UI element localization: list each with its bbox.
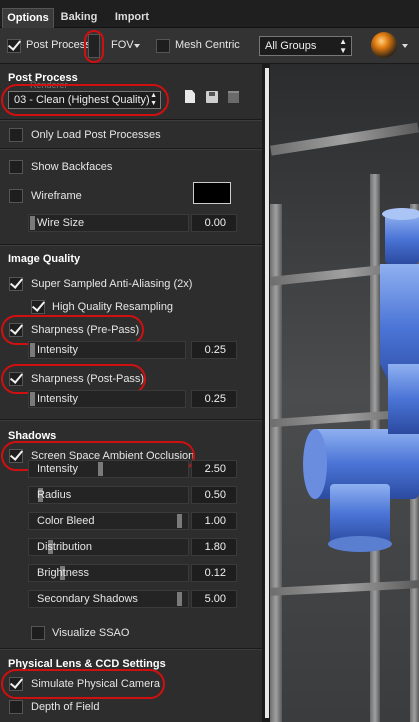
image-quality-section-title: Image Quality [8, 253, 81, 265]
wire-size-value[interactable]: 0.00 [191, 214, 237, 232]
post-process-label: Post Process [26, 39, 91, 51]
divider [0, 419, 262, 421]
preset-select-value: 03 - Clean (Highest Quality) [14, 94, 150, 106]
only-load-label: Only Load Post Processes [31, 129, 161, 141]
wire-size-slider[interactable]: Wire Size [28, 214, 189, 232]
tab-bar: Options Baking Import [0, 0, 419, 28]
sharpness-pre-label: Sharpness (Pre-Pass) [31, 324, 140, 336]
depth-of-field-label: Depth of Field [31, 701, 100, 713]
new-file-icon[interactable] [185, 90, 195, 103]
scrollbar-thumb[interactable] [265, 68, 269, 718]
simulate-camera-label: Simulate Physical Camera [31, 678, 160, 690]
hq-resampling-label: High Quality Resampling [52, 301, 174, 313]
ssao-slider-label: Radius [37, 489, 72, 501]
material-ball-icon[interactable] [371, 32, 397, 58]
fov-dropdown-icon[interactable] [134, 44, 140, 48]
hq-resampling-checkbox[interactable] [31, 300, 45, 314]
slider-knob[interactable] [98, 462, 103, 476]
divider [0, 244, 262, 246]
tab-baking[interactable]: Baking [54, 8, 104, 27]
wireframe-color-swatch[interactable] [193, 182, 231, 204]
ssao-slider-value[interactable]: 2.50 [191, 460, 237, 478]
ssao-slider-label: Intensity [37, 463, 78, 475]
ssao-slider-intensity[interactable]: Intensity [28, 460, 189, 478]
show-backfaces-label: Show Backfaces [31, 161, 113, 173]
ssao-slider-distribution[interactable]: Distribution [28, 538, 189, 556]
physical-lens-section-title: Physical Lens & CCD Settings [8, 658, 166, 670]
ssaa-label: Super Sampled Anti-Aliasing (2x) [31, 278, 193, 290]
ssao-slider-value[interactable]: 1.80 [191, 538, 237, 556]
ssao-slider-radius[interactable]: Radius [28, 486, 189, 504]
delete-icon[interactable] [228, 91, 239, 103]
shadows-section-title: Shadows [8, 430, 57, 442]
ssao-slider-value[interactable]: 1.00 [191, 512, 237, 530]
tab-options[interactable]: Options [2, 8, 54, 28]
ssao-slider-value[interactable]: 5.00 [191, 590, 237, 608]
visualize-ssao-checkbox[interactable] [31, 626, 45, 640]
options-panel: Post Process Renderer 03 - Clean (Highes… [0, 64, 262, 722]
3d-viewport[interactable] [270, 64, 419, 722]
save-icon[interactable] [206, 91, 218, 103]
show-backfaces-checkbox[interactable] [9, 160, 23, 174]
ssao-slider-value[interactable]: 0.12 [191, 564, 237, 582]
sharpness-post-intensity-label: Intensity [37, 393, 78, 405]
ssao-slider-color-bleed[interactable]: Color Bleed [28, 512, 189, 530]
viewport-scene [270, 64, 419, 722]
post-process-options-button[interactable] [88, 34, 100, 58]
tab-import[interactable]: Import [107, 8, 157, 27]
ssao-slider-value[interactable]: 0.50 [191, 486, 237, 504]
sharpness-pre-checkbox[interactable] [9, 323, 23, 337]
sharpness-pre-intensity-slider[interactable]: Intensity [28, 341, 186, 359]
depth-of-field-checkbox[interactable] [9, 700, 23, 714]
ssao-slider-label: Color Bleed [37, 515, 95, 527]
divider [0, 119, 262, 121]
ssaa-checkbox[interactable] [9, 277, 23, 291]
sharpness-post-intensity-value[interactable]: 0.25 [191, 390, 237, 408]
post-process-preset-select[interactable]: 03 - Clean (Highest Quality) ▲ ▼ [8, 91, 161, 109]
visualize-ssao-label: Visualize SSAO [52, 627, 130, 639]
sharpness-pre-intensity-label: Intensity [37, 344, 78, 356]
spinner-icon: ▲ ▼ [150, 92, 157, 107]
post-process-checkbox[interactable] [7, 39, 21, 53]
slider-knob[interactable] [177, 514, 182, 528]
divider [0, 648, 262, 650]
toolbar: Post Process FOV Mesh Centric All Groups… [0, 28, 419, 64]
ssao-slider-label: Distribution [37, 541, 93, 553]
mesh-centric-checkbox[interactable] [156, 39, 170, 53]
fov-label[interactable]: FOV [111, 39, 134, 51]
spinner-icon: ▲ ▼ [339, 37, 347, 55]
sharpness-post-label: Sharpness (Post-Pass) [31, 373, 145, 385]
ssao-slider-label: Secondary Shadows [37, 593, 138, 605]
wire-size-label: Wire Size [37, 217, 85, 229]
ssao-checkbox[interactable] [9, 449, 23, 463]
sharpness-post-intensity-slider[interactable]: Intensity [28, 390, 186, 408]
renderer-sublabel: Renderer [30, 80, 68, 90]
slider-knob[interactable] [30, 392, 35, 406]
ssao-slider-label: Brightness [37, 567, 89, 579]
only-load-checkbox[interactable] [9, 128, 23, 142]
groups-select-value: All Groups [265, 40, 317, 52]
groups-select[interactable]: All Groups ▲ ▼ [259, 36, 352, 56]
slider-knob[interactable] [30, 216, 35, 230]
wireframe-checkbox[interactable] [9, 189, 23, 203]
wireframe-label: Wireframe [31, 190, 82, 202]
sharpness-post-checkbox[interactable] [9, 372, 23, 386]
slider-knob[interactable] [177, 592, 182, 606]
divider [0, 148, 262, 150]
ssao-slider-secondary-shadows[interactable]: Secondary Shadows [28, 590, 189, 608]
simulate-camera-checkbox[interactable] [9, 677, 23, 691]
material-dropdown-icon[interactable] [402, 44, 408, 48]
mesh-centric-label: Mesh Centric [175, 39, 240, 51]
sharpness-pre-intensity-value[interactable]: 0.25 [191, 341, 237, 359]
slider-knob[interactable] [30, 343, 35, 357]
ssao-slider-brightness[interactable]: Brightness [28, 564, 189, 582]
